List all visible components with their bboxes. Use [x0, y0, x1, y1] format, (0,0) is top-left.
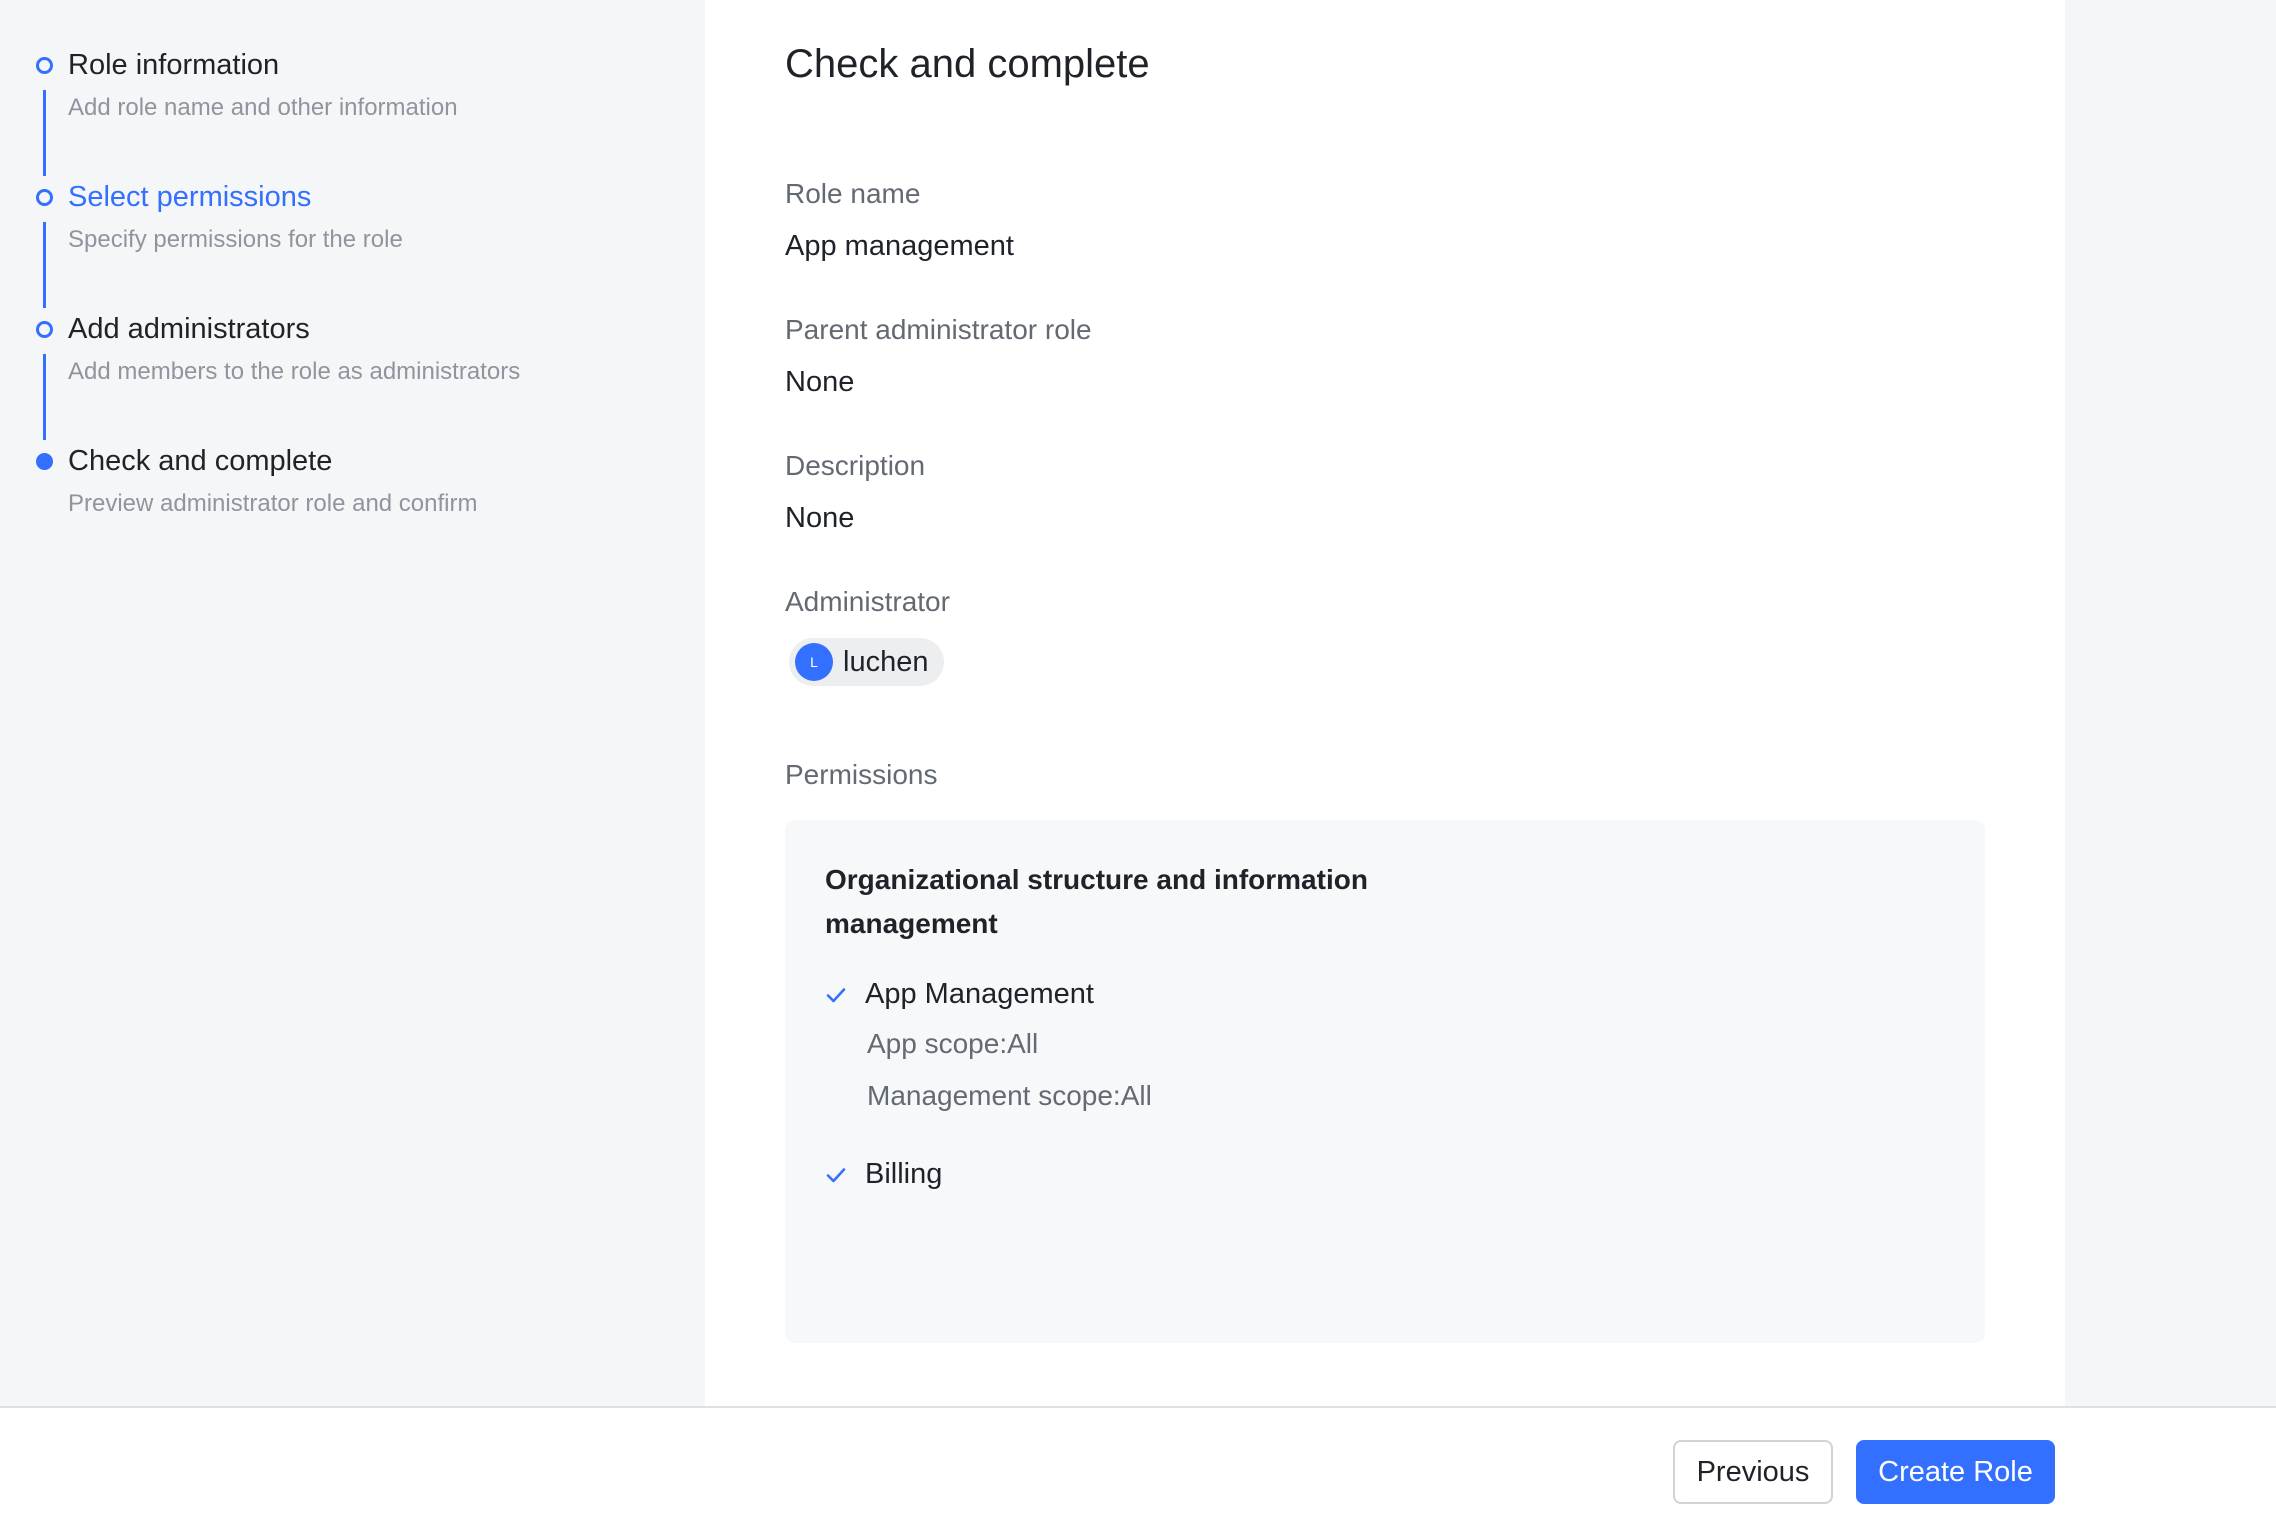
- step-connector: [43, 222, 46, 308]
- step-title[interactable]: Select permissions: [68, 181, 311, 214]
- permissions-panel: Organizational structure and information…: [785, 820, 1985, 1343]
- permission-item-billing: Billing: [825, 1158, 942, 1191]
- steps-sidebar: Role information Add role name and other…: [0, 0, 705, 1406]
- main-panel: Check and complete Role name App managem…: [705, 0, 2065, 1406]
- step-connector: [43, 354, 46, 440]
- step-dot-icon: [36, 189, 53, 206]
- step-subtitle: Preview administrator role and confirm: [68, 490, 478, 517]
- parent-role-label: Parent administrator role: [785, 314, 1092, 345]
- administrator-name: luchen: [843, 645, 929, 678]
- previous-button[interactable]: Previous: [1673, 1440, 1833, 1504]
- permission-item-label: Billing: [865, 1158, 943, 1190]
- permission-item-app-management: App Management: [825, 978, 1094, 1011]
- create-role-button[interactable]: Create Role: [1856, 1440, 2055, 1504]
- permission-detail: App scope:All: [867, 1028, 1039, 1059]
- step-subtitle: Add role name and other information: [68, 94, 458, 121]
- parent-role-value: None: [785, 366, 855, 398]
- role-name-value: App management: [785, 230, 1014, 262]
- permission-item-label: App Management: [865, 978, 1094, 1010]
- step-dot-icon: [36, 321, 53, 338]
- step-current-dot-icon: [36, 453, 53, 470]
- step-dot-icon: [36, 57, 53, 74]
- role-name-label: Role name: [785, 178, 921, 209]
- check-icon: [825, 1164, 847, 1186]
- description-label: Description: [785, 450, 926, 481]
- step-connector: [43, 90, 46, 176]
- administrator-chip[interactable]: L luchen: [789, 638, 945, 686]
- step-subtitle: Specify permissions for the role: [68, 226, 403, 253]
- permission-group-title: Organizational structure and information…: [825, 864, 1368, 939]
- permissions-label: Permissions: [785, 759, 938, 790]
- administrator-label: Administrator: [785, 586, 950, 617]
- step-title: Add administrators: [68, 313, 310, 345]
- step-title: Role information: [68, 49, 280, 81]
- permission-detail: Management scope:All: [867, 1080, 1152, 1111]
- avatar: L: [795, 643, 833, 681]
- step-title: Check and complete: [68, 445, 333, 477]
- page-title: Check and complete: [785, 42, 1150, 86]
- description-value: None: [785, 502, 855, 534]
- footer-bar: Previous Create Role: [0, 1406, 2276, 1520]
- step-subtitle: Add members to the role as administrator…: [68, 358, 521, 385]
- check-icon: [825, 984, 847, 1006]
